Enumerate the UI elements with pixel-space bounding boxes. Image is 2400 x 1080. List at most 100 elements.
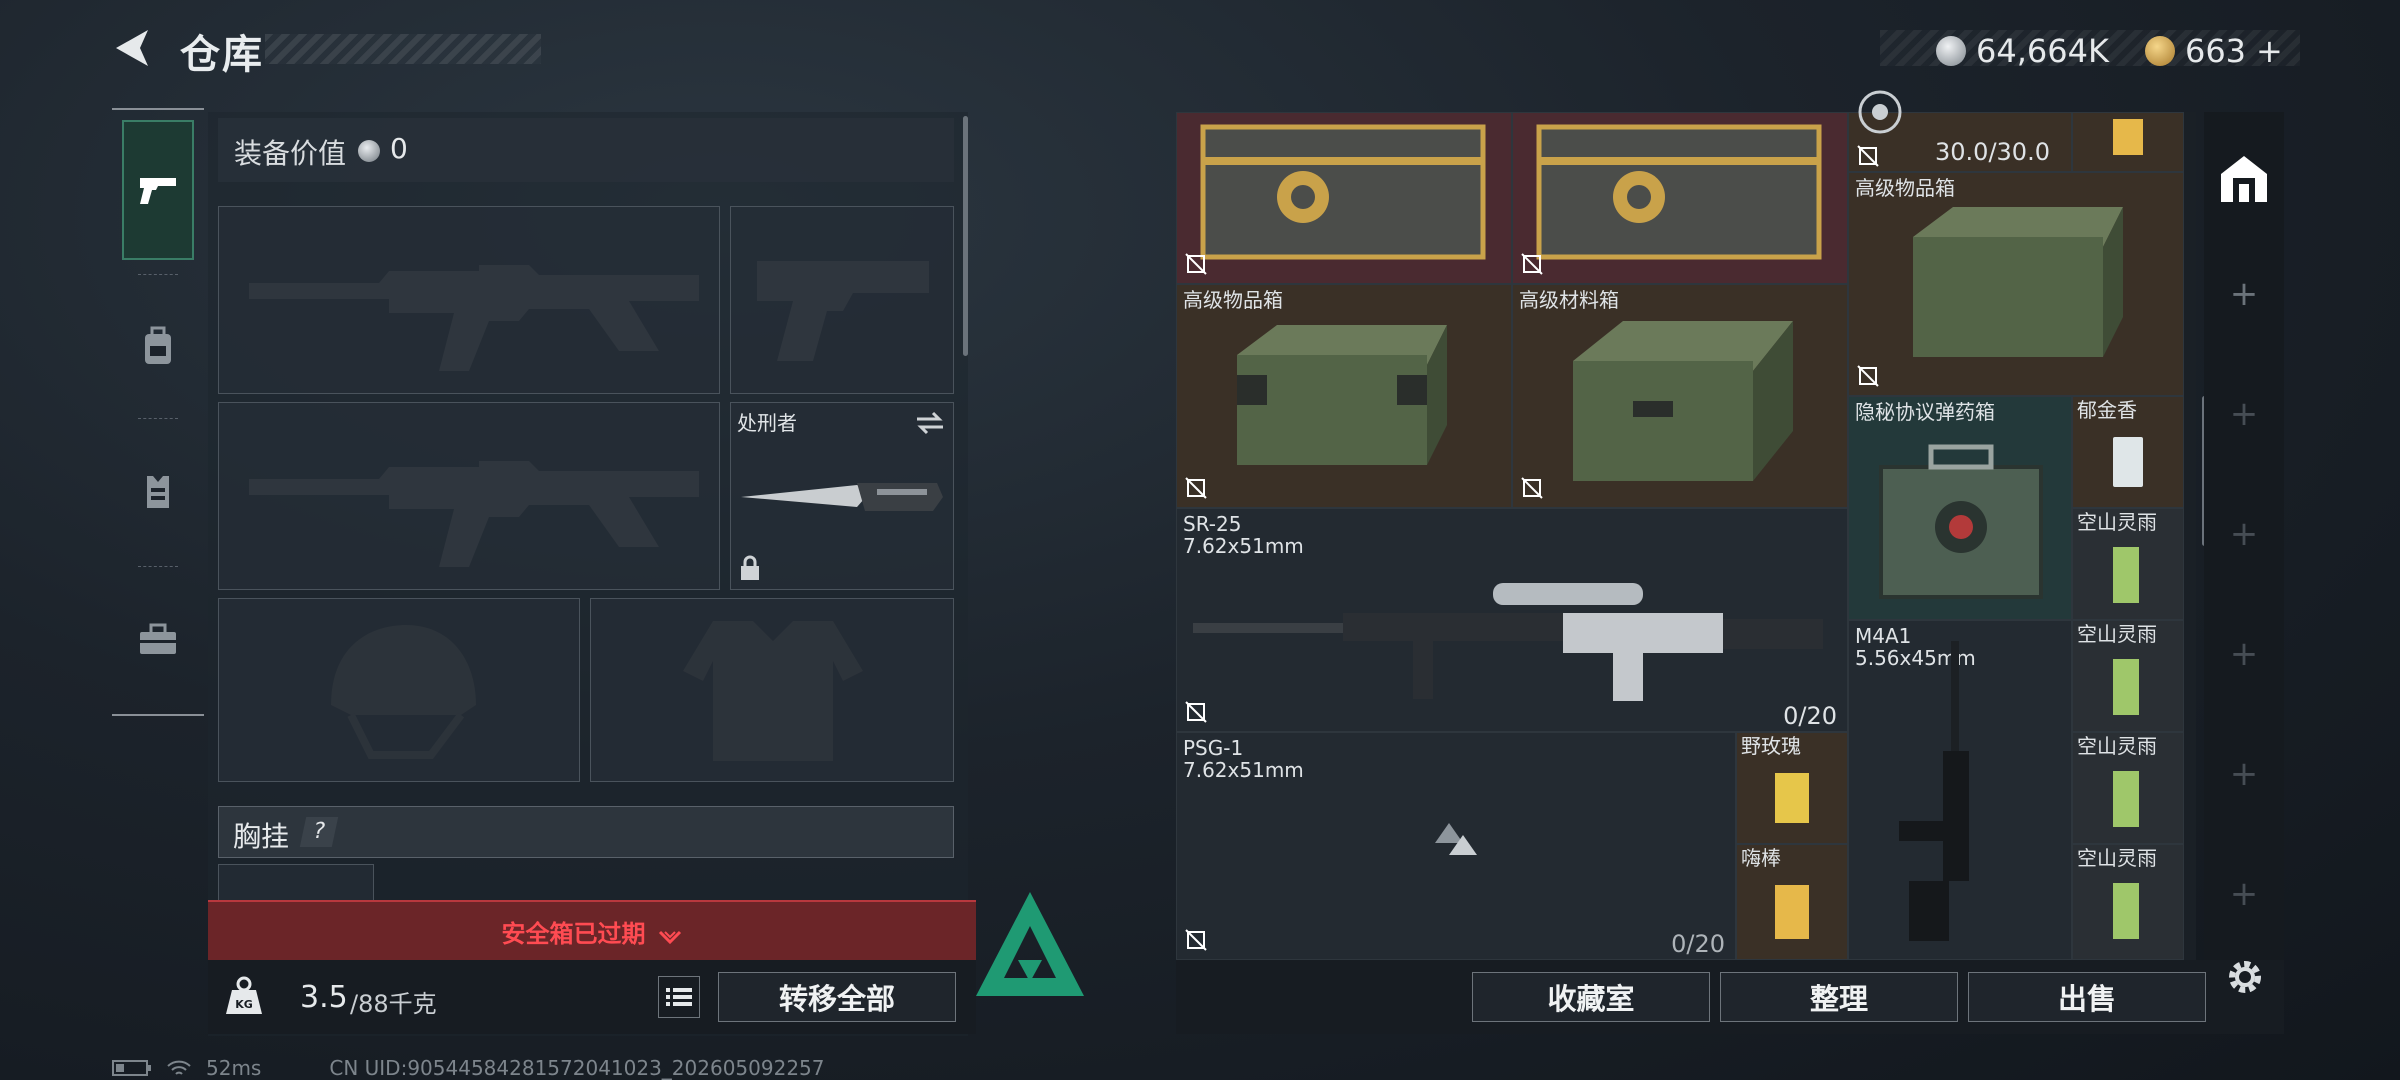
green-box-icon <box>1913 207 2123 357</box>
item-durability: 30.0/30.0 <box>1935 138 2050 166</box>
stash-item-drink-top[interactable] <box>2072 112 2184 172</box>
stash-item-safe-1[interactable] <box>1176 112 1512 284</box>
weight-current: 3.5 <box>300 980 348 1015</box>
silver-coin-icon <box>1936 36 1966 66</box>
gold-safe-icon <box>1200 124 1486 260</box>
stash-item-psg1[interactable]: PSG-1 7.62x51mm 0/20 <box>1176 732 1736 960</box>
green-box-icon <box>1237 325 1447 465</box>
settings-gear-icon[interactable] <box>2222 954 2268 1000</box>
currency-silver-amount: 64,664K <box>1976 32 2109 70</box>
primary-weapon-slot-2[interactable] <box>218 402 720 590</box>
ping-text: 52ms <box>206 1056 262 1080</box>
vest-icon <box>147 476 169 508</box>
item-ammo-count: 0/20 <box>1783 702 1837 730</box>
item-name: 高级物品箱 <box>1183 288 1283 312</box>
swap-icon[interactable] <box>915 411 945 435</box>
loading-triangles-icon <box>1435 823 1477 855</box>
page-title: 仓库 <box>180 32 264 78</box>
pistol-slot[interactable] <box>730 206 954 394</box>
silver-coin-icon <box>358 140 380 162</box>
add-page-button-4[interactable]: + <box>2204 634 2284 674</box>
list-icon <box>666 988 692 1006</box>
equipment-scrollbar[interactable] <box>963 116 968 356</box>
currency-group: 64,664K 663 + <box>1936 32 2283 70</box>
add-currency-button[interactable]: + <box>2256 32 2283 70</box>
safe-box-logo-icon <box>976 892 1084 996</box>
stash-item-drink-2[interactable]: 空山灵雨 <box>2072 620 2184 732</box>
wifi-icon <box>167 1060 191 1075</box>
chevron-down-icon <box>658 930 681 944</box>
tab-toolbox[interactable] <box>122 570 194 710</box>
pistol-icon <box>140 178 176 204</box>
item-name: 空山灵雨 <box>2077 846 2157 870</box>
melee-slot[interactable]: 处刑者 <box>730 402 954 590</box>
uid-text: CN UID:90544584281572041023_202605092257 <box>329 1056 825 1080</box>
stash-item-safe-2[interactable] <box>1512 112 1848 284</box>
stash-item-wild-rose[interactable]: 野玫瑰 <box>1736 732 1848 844</box>
item-name: 空山灵雨 <box>2077 622 2157 646</box>
body-armor-slot[interactable] <box>590 598 954 782</box>
equipment-value-bar: 装备价值 0 <box>218 118 954 182</box>
primary-weapon-slot-1[interactable] <box>218 206 720 394</box>
stash-item-drink-4[interactable]: 空山灵雨 <box>2072 844 2184 960</box>
rifle-silhouette-icon <box>249 461 699 567</box>
tab-weapons[interactable] <box>122 120 194 260</box>
no-insure-icon <box>1185 929 1207 951</box>
back-arrow-icon[interactable] <box>110 26 154 70</box>
add-page-button-1[interactable]: + <box>2204 274 2284 314</box>
weight-max: /88千克 <box>350 990 437 1018</box>
gold-safe-icon <box>1536 124 1822 260</box>
stash-item-sr25[interactable]: SR-25 7.62x51mm 0/20 <box>1176 508 1848 732</box>
warehouse-icon[interactable] <box>2217 152 2271 206</box>
stash-item-ammo-box[interactable]: 隐秘协议弹药箱 <box>1848 396 2072 620</box>
weight-kg-icon: KG <box>226 976 262 1014</box>
stash-item-material-box[interactable]: 高级材料箱 <box>1512 284 1848 508</box>
green-crate-icon <box>1573 321 1793 481</box>
toolbox-icon <box>140 623 176 654</box>
stash-item-tulip[interactable]: 郁金香 <box>2072 396 2184 508</box>
item-name: 野玫瑰 <box>1741 734 1801 758</box>
list-view-button[interactable] <box>658 976 700 1018</box>
item-name: 空山灵雨 <box>2077 510 2157 534</box>
item-name: 嗨棒 <box>1741 846 1781 870</box>
tab-vest[interactable] <box>122 422 194 562</box>
item-name: 高级材料箱 <box>1519 288 1619 312</box>
add-page-button-5[interactable]: + <box>2204 754 2284 794</box>
chest-rig-label: 胸挂 <box>233 820 290 853</box>
equipment-value-label: 装备价值 <box>234 137 347 170</box>
stash-item-advanced-box-2[interactable]: 高级物品箱 <box>1848 172 2184 396</box>
sort-button[interactable]: 整理 <box>1720 972 1958 1022</box>
item-name: 隐秘协议弹药箱 <box>1855 400 1995 424</box>
chest-rig-slot[interactable] <box>218 864 374 904</box>
no-insure-icon <box>1521 477 1543 499</box>
helmet-slot[interactable] <box>218 598 580 782</box>
stash-item-drink-1[interactable]: 空山灵雨 <box>2072 508 2184 620</box>
title-stripe-decoration <box>265 34 541 64</box>
sell-button[interactable]: 出售 <box>1968 972 2206 1022</box>
safe-box-expired-banner[interactable]: 安全箱已过期 <box>208 900 976 960</box>
crosshair-icon <box>1858 90 1902 134</box>
item-name: 空山灵雨 <box>2077 734 2157 758</box>
add-page-button-6[interactable]: + <box>2204 874 2284 914</box>
no-insure-icon <box>1185 253 1207 275</box>
stash-item-highball[interactable]: 嗨棒 <box>1736 844 1848 960</box>
transfer-all-button[interactable]: 转移全部 <box>718 972 956 1022</box>
add-page-button-3[interactable]: + <box>2204 514 2284 554</box>
stash-action-bar: 收藏室 整理 出售 <box>1176 960 2284 1034</box>
equipment-tabs <box>112 108 204 716</box>
knife-icon <box>741 483 943 511</box>
chest-rig-help-button[interactable]: ? <box>299 817 339 847</box>
gold-coin-icon <box>2144 36 2175 66</box>
rifle-icon <box>1899 641 1969 941</box>
stash-page-nav: + + + + + + <box>2204 112 2284 960</box>
tab-backpack[interactable] <box>122 276 194 416</box>
stash-item-drink-3[interactable]: 空山灵雨 <box>2072 732 2184 844</box>
no-insure-icon <box>1521 253 1543 275</box>
stash-item-m4a1[interactable]: M4A1 5.56x45mm <box>1848 620 2072 960</box>
collection-room-button[interactable]: 收藏室 <box>1472 972 1710 1022</box>
no-insure-icon <box>1185 477 1207 499</box>
equipment-value: 0 <box>390 132 408 165</box>
stash-item-advanced-box-1[interactable]: 高级物品箱 <box>1176 284 1512 508</box>
add-page-button-2[interactable]: + <box>2204 394 2284 434</box>
item-name: 高级物品箱 <box>1855 176 1955 200</box>
